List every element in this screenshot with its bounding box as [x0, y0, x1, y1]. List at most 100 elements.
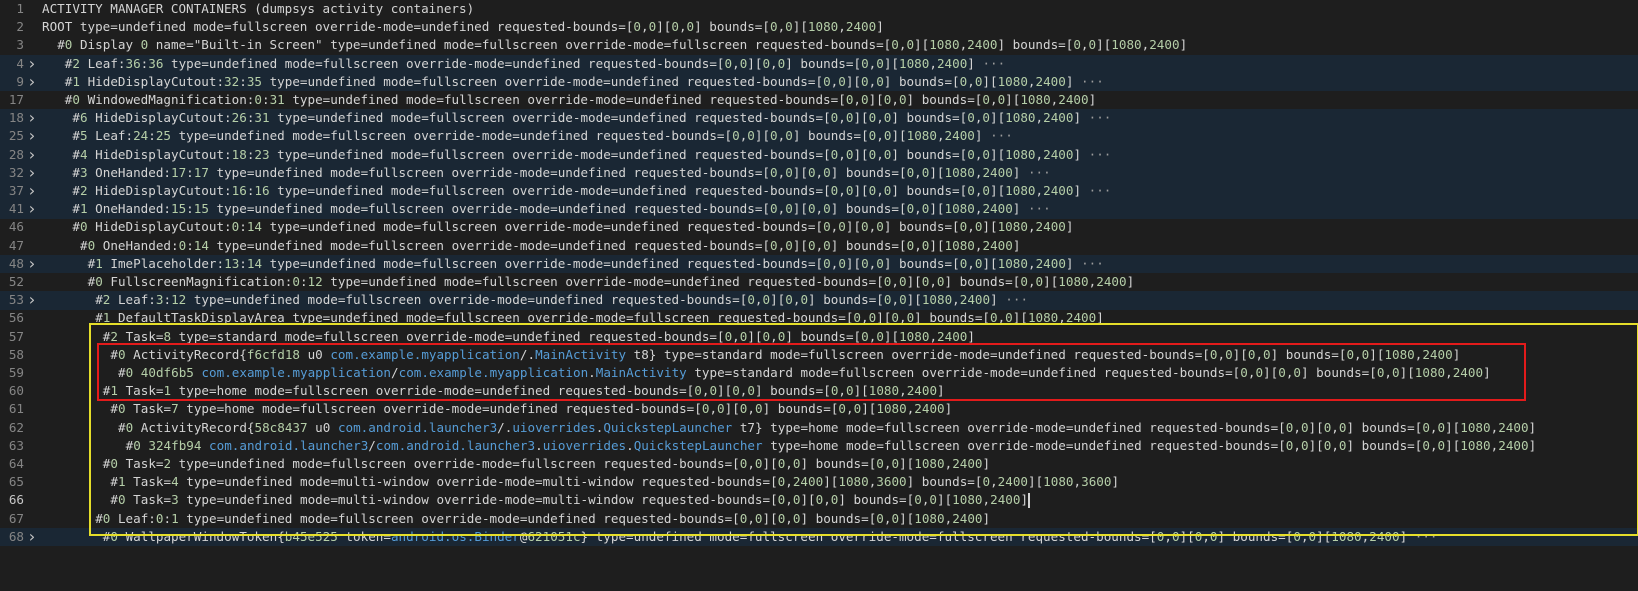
code-line[interactable]: 28 › #4 HideDisplayCutout:18:23 type=undef…: [0, 145, 1638, 165]
code-text[interactable]: #0 ActivityRecord{f6cfd18 u0 com.example…: [110, 346, 1460, 365]
line-number: 48: [8, 255, 24, 271]
code-editor[interactable]: 1 ACTIVITY MANAGER CONTAINERS (dumpsys ac…: [0, 0, 1638, 591]
code-text[interactable]: #0 Task=7 type=home mode=fullscreen over…: [110, 400, 952, 419]
code-line[interactable]: 48 › #1 ImePlaceholder:13:14 type=undefine…: [0, 254, 1638, 274]
code-text[interactable]: #0 OneHanded:0:14 type=undefined mode=fu…: [80, 237, 1020, 256]
code-line[interactable]: 62 #0 ActivityRecord{58c8437 u0 com.andro…: [0, 419, 1638, 438]
line-number: 57: [8, 328, 24, 344]
code-line[interactable]: 67 #0 Leaf:0:1 type=undefined mode=fullsc…: [0, 510, 1638, 529]
code-line[interactable]: 9 › #1 HideDisplayCutout:32:35 type=undefi…: [0, 72, 1638, 92]
line-number: 64: [8, 456, 24, 471]
code-line[interactable]: 3 #0 Display 0 name="Built-in Screen" typ…: [0, 36, 1638, 55]
line-number: 63: [8, 437, 24, 453]
line-number: 52: [8, 274, 24, 289]
line-number: 2: [16, 19, 24, 35]
line-number: 53: [8, 292, 24, 308]
code-line[interactable]: 32 › #3 OneHanded:17:17 type=undefined mod…: [0, 163, 1638, 183]
chevron-right-icon[interactable]: ›: [27, 254, 37, 274]
line-number: 58: [8, 346, 24, 362]
code-text[interactable]: #2 Task=8 type=standard mode=fullscreen …: [103, 328, 975, 347]
line-number: 9: [16, 73, 24, 89]
chevron-right-icon[interactable]: ›: [27, 200, 37, 219]
chevron-right-icon[interactable]: ›: [27, 109, 37, 128]
line-number: 46: [8, 219, 24, 235]
code-line[interactable]: 60 #1 Task=1 type=home mode=fullscreen ov…: [0, 382, 1638, 401]
chevron-right-icon[interactable]: ›: [27, 54, 37, 74]
line-number: 61: [8, 401, 24, 417]
code-text[interactable]: #4 HideDisplayCutout:18:23 type=undefine…: [72, 146, 1111, 165]
line-number: 65: [8, 474, 24, 490]
line-number: 59: [8, 365, 24, 380]
code-line[interactable]: 4 › #2 Leaf:36:36 type=undefined mode=full…: [0, 54, 1638, 74]
chevron-right-icon[interactable]: ›: [27, 72, 37, 92]
code-line[interactable]: 18 › #6 HideDisplayCutout:26:31 type=undef…: [0, 109, 1638, 128]
code-line[interactable]: 65 #1 Task=4 type=undefined mode=multi-wi…: [0, 473, 1638, 492]
code-text[interactable]: #0 WallpaperWindowToken{b45e525 token=an…: [103, 528, 1438, 547]
code-line[interactable]: 59 #0 40df6b5 com.example.myapplication/c…: [0, 364, 1638, 383]
chevron-right-icon[interactable]: ›: [27, 181, 37, 201]
code-text[interactable]: #1 OneHanded:15:15 type=undefined mode=f…: [72, 200, 1050, 219]
code-text[interactable]: #0 Leaf:0:1 type=undefined mode=fullscre…: [95, 510, 990, 529]
code-text[interactable]: #0 40df6b5 com.example.myapplication/com…: [118, 364, 1491, 383]
code-line[interactable]: 47 #0 OneHanded:0:14 type=undefined mode=…: [0, 237, 1638, 256]
line-number: 66: [8, 492, 24, 508]
code-text[interactable]: #2 Leaf:36:36 type=undefined mode=fullsc…: [65, 55, 1005, 74]
code-text[interactable]: #1 HideDisplayCutout:32:35 type=undefine…: [65, 73, 1104, 92]
code-text[interactable]: #0 324fb94 com.android.launcher3/com.and…: [126, 437, 1537, 456]
code-text[interactable]: #2 Leaf:3:12 type=undefined mode=fullscr…: [95, 291, 1028, 310]
code-line[interactable]: 57 #2 Task=8 type=standard mode=fullscree…: [0, 328, 1638, 347]
code-line[interactable]: 68 › #0 WallpaperWindowToken{b45e525 token…: [0, 527, 1638, 547]
line-number: 47: [8, 237, 24, 253]
line-number: 62: [8, 419, 24, 435]
code-text[interactable]: #5 Leaf:24:25 type=undefined mode=fullsc…: [72, 127, 1012, 146]
code-text[interactable]: #6 HideDisplayCutout:26:31 type=undefine…: [72, 109, 1111, 128]
code-text[interactable]: #1 Task=4 type=undefined mode=multi-wind…: [110, 473, 1119, 492]
code-line[interactable]: 37 › #2 HideDisplayCutout:16:16 type=undef…: [0, 181, 1638, 201]
code-line[interactable]: 53 › #2 Leaf:3:12 type=undefined mode=full…: [0, 291, 1638, 310]
code-line[interactable]: 64 #0 Task=2 type=undefined mode=fullscre…: [0, 455, 1638, 474]
code-text[interactable]: #2 HideDisplayCutout:16:16 type=undefine…: [72, 182, 1111, 201]
chevron-right-icon[interactable]: ›: [27, 163, 37, 183]
code-line[interactable]: 61 #0 Task=7 type=home mode=fullscreen ov…: [0, 400, 1638, 419]
code-line[interactable]: 58 #0 ActivityRecord{f6cfd18 u0 com.examp…: [0, 346, 1638, 365]
line-number: 32: [8, 164, 24, 180]
chevron-right-icon[interactable]: ›: [27, 127, 37, 146]
code-text[interactable]: #0 Display 0 name="Built-in Screen" type…: [57, 36, 1187, 55]
line-number: 37: [8, 183, 24, 198]
code-line[interactable]: 63 #0 324fb94 com.android.launcher3/com.a…: [0, 437, 1638, 456]
chevron-right-icon[interactable]: ›: [27, 527, 37, 547]
chevron-right-icon[interactable]: ›: [27, 291, 37, 310]
code-text[interactable]: #0 Task=3 type=undefined mode=multi-wind…: [110, 491, 1031, 510]
line-number: 60: [8, 383, 24, 399]
code-line[interactable]: 25 › #5 Leaf:24:25 type=undefined mode=ful…: [0, 127, 1638, 146]
chevron-right-icon[interactable]: ›: [27, 145, 37, 165]
code-text[interactable]: #1 Task=1 type=home mode=fullscreen over…: [103, 382, 945, 401]
code-line[interactable]: 52 #0 FullscreenMagnification:0:12 type=u…: [0, 273, 1638, 292]
line-number: 17: [8, 92, 24, 107]
code-text[interactable]: #0 HideDisplayCutout:0:14 type=undefined…: [72, 218, 1073, 237]
code-line[interactable]: 66 #0 Task=3 type=undefined mode=multi-wi…: [0, 491, 1638, 510]
code-line[interactable]: 41 › #1 OneHanded:15:15 type=undefined mod…: [0, 200, 1638, 219]
code-text[interactable]: #0 FullscreenMagnification:0:12 type=und…: [88, 273, 1135, 292]
line-number: 3: [16, 37, 24, 53]
line-number: 67: [8, 510, 24, 526]
code-text[interactable]: #3 OneHanded:17:17 type=undefined mode=f…: [72, 164, 1050, 183]
code-line[interactable]: 2 ROOT type=undefined mode=fullscreen ove…: [0, 18, 1638, 37]
code-text[interactable]: #1 DefaultTaskDisplayArea type=undefined…: [95, 309, 1104, 328]
code-text[interactable]: #0 ActivityRecord{58c8437 u0 com.android…: [118, 419, 1536, 438]
line-number: 4: [16, 55, 24, 71]
line-number: 18: [8, 110, 24, 126]
code-text[interactable]: #0 Task=2 type=undefined mode=fullscreen…: [103, 455, 990, 474]
code-line[interactable]: 56 #1 DefaultTaskDisplayArea type=undefin…: [0, 309, 1638, 328]
line-number: 28: [8, 146, 24, 162]
code-line[interactable]: 46 #0 HideDisplayCutout:0:14 type=undefin…: [0, 218, 1638, 237]
code-line[interactable]: 1 ACTIVITY MANAGER CONTAINERS (dumpsys ac…: [0, 0, 1638, 19]
code-text[interactable]: ROOT type=undefined mode=fullscreen over…: [42, 18, 884, 37]
line-number: 68: [8, 528, 24, 544]
code-text[interactable]: ACTIVITY MANAGER CONTAINERS (dumpsys act…: [42, 0, 474, 19]
code-text[interactable]: #0 WindowedMagnification:0:31 type=undef…: [65, 91, 1096, 110]
line-number: 56: [8, 310, 24, 326]
code-text[interactable]: #1 ImePlaceholder:13:14 type=undefined m…: [88, 255, 1104, 274]
text-cursor: [1028, 493, 1031, 509]
code-line[interactable]: 17 #0 WindowedMagnification:0:31 type=und…: [0, 91, 1638, 110]
